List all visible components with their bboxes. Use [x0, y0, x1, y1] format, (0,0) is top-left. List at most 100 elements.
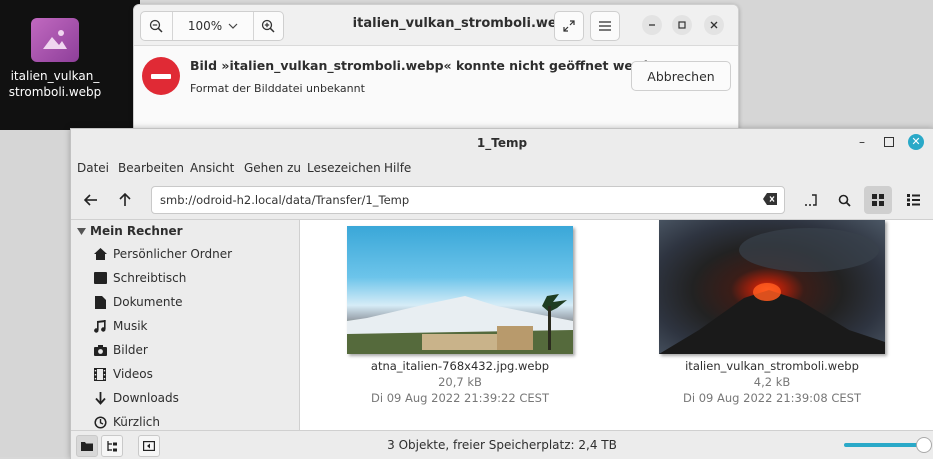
menu-bearbeiten[interactable]: Bearbeiten: [118, 161, 184, 175]
zoom-control: 100%: [140, 11, 284, 41]
triangle-down-icon: [77, 227, 86, 235]
sidebar-item-music[interactable]: Musik: [93, 319, 148, 333]
sidebar: Mein Rechner Persönlicher Ordner Schreib…: [71, 220, 300, 430]
path-input[interactable]: [158, 190, 752, 210]
arrow-left-icon: [84, 194, 97, 206]
fm-title: 1_Temp: [476, 136, 528, 150]
fm-titlebar: 1_Temp – ✕: [71, 129, 933, 157]
sidebar-item-label: Persönlicher Ordner: [113, 247, 233, 261]
sidebar-item-label: Bilder: [113, 343, 148, 357]
etna-landscape-image: [347, 294, 573, 354]
list-icon: [906, 194, 920, 206]
zoom-in-icon: [261, 19, 275, 33]
download-icon: [93, 391, 107, 405]
fm-maximize-button[interactable]: [884, 137, 894, 147]
location-toggle-icon: [805, 194, 817, 206]
desktop-file-icon[interactable]: italien_vulkan_ stromboli.webp: [4, 18, 106, 100]
sidebar-item-label: Dokumente: [113, 295, 183, 309]
back-button[interactable]: [77, 186, 105, 214]
fullscreen-button[interactable]: [554, 11, 584, 41]
file-manager-window: 1_Temp – ✕ Datei Bearbeiten Ansicht Gehe…: [70, 128, 933, 459]
hamburger-icon: [599, 21, 611, 31]
zoom-slider-handle[interactable]: [916, 437, 932, 453]
maximize-button[interactable]: [672, 15, 692, 35]
clear-icon[interactable]: [763, 193, 777, 205]
image-viewer-window: 100% italien_vulkan_stromboli.webp Bild …: [133, 4, 739, 134]
toggle-location-button[interactable]: [797, 186, 825, 214]
sidebar-item-documents[interactable]: Dokumente: [93, 295, 183, 309]
document-icon: [93, 295, 107, 309]
grid-icon: [872, 194, 884, 206]
file-name[interactable]: italien_vulkan_stromboli.webp: [647, 359, 897, 373]
file-date: Di 09 Aug 2022 21:39:08 CEST: [683, 391, 861, 405]
sidebar-item-home[interactable]: Persönlicher Ordner: [93, 247, 232, 261]
list-view-button[interactable]: [899, 186, 927, 214]
minimize-icon: [649, 24, 655, 26]
minimize-button[interactable]: [642, 15, 662, 35]
viewer-titlebar: 100% italien_vulkan_stromboli.webp: [134, 5, 738, 46]
sidebar-item-pictures[interactable]: Bilder: [93, 343, 148, 357]
up-button[interactable]: [111, 186, 139, 214]
zoom-out-button[interactable]: [141, 12, 171, 40]
statusbar: 3 Objekte, freier Speicherplatz: 2,4 TB: [71, 430, 933, 459]
sidebar-item-label: Schreibtisch: [113, 271, 187, 285]
status-text: 3 Objekte, freier Speicherplatz: 2,4 TB: [387, 438, 617, 452]
file-thumbnail-atna[interactable]: [347, 226, 573, 354]
music-icon: [93, 319, 107, 333]
sidebar-item-label: Videos: [113, 367, 153, 381]
arrow-up-icon: [119, 193, 131, 206]
location-bar[interactable]: [151, 186, 785, 214]
fm-close-button[interactable]: ✕: [908, 134, 924, 150]
menu-hilfe[interactable]: Hilfe: [384, 161, 411, 175]
volcano-eruption-image: [659, 228, 885, 354]
menubar: Datei Bearbeiten Ansicht Gehen zu Leseze…: [71, 157, 933, 181]
fullscreen-icon: [563, 20, 575, 32]
desktop-icon: [93, 271, 107, 285]
image-file-icon: [31, 18, 79, 62]
menu-datei[interactable]: Datei: [77, 161, 109, 175]
menu-lesezeichen[interactable]: Lesezeichen: [307, 161, 381, 175]
menu-ansicht[interactable]: Ansicht: [190, 161, 234, 175]
close-button[interactable]: [704, 15, 724, 35]
menu-gehen-zu[interactable]: Gehen zu: [244, 161, 301, 175]
desktop-file-label: italien_vulkan_ stromboli.webp: [8, 69, 102, 99]
file-size: 4,2 kB: [753, 375, 791, 389]
zoom-level-dropdown[interactable]: 100%: [172, 12, 254, 40]
chevron-down-icon: [228, 23, 238, 29]
error-subtitle: Format der Bilddatei unbekannt: [190, 82, 365, 95]
error-icon: [142, 57, 180, 95]
sidebar-item-label: Downloads: [113, 391, 179, 405]
recent-icon: [93, 415, 107, 429]
zoom-level: 100%: [187, 19, 223, 33]
file-thumbnail-stromboli[interactable]: [659, 220, 885, 354]
search-button[interactable]: [830, 186, 858, 214]
file-date: Di 09 Aug 2022 21:39:22 CEST: [371, 391, 549, 405]
error-title: Bild »italien_vulkan_stromboli.webp« kon…: [190, 58, 671, 73]
fm-minimize-button[interactable]: –: [859, 135, 865, 149]
sidebar-item-label: Musik: [113, 319, 148, 333]
zoom-out-icon: [149, 19, 163, 33]
zoom-in-button[interactable]: [253, 12, 283, 40]
close-icon: [710, 21, 718, 29]
home-icon: [93, 247, 107, 261]
sidebar-header: Mein Rechner: [90, 224, 183, 238]
search-icon: [838, 194, 851, 207]
sidebar-item-videos[interactable]: Videos: [93, 367, 153, 381]
sidebar-item-desktop[interactable]: Schreibtisch: [93, 271, 186, 285]
cancel-button[interactable]: Abbrechen: [631, 61, 731, 91]
file-size: 20,7 kB: [438, 375, 482, 389]
menu-button[interactable]: [590, 11, 620, 41]
file-name[interactable]: atna_italien-768x432.jpg.webp: [335, 359, 585, 373]
icon-view-button[interactable]: [864, 186, 892, 214]
zoom-slider[interactable]: [844, 443, 924, 447]
sidebar-item-recent[interactable]: Kürzlich: [93, 415, 160, 429]
sidebar-item-downloads[interactable]: Downloads: [93, 391, 179, 405]
sidebar-item-label: Kürzlich: [113, 415, 160, 429]
maximize-icon: [678, 21, 686, 29]
error-infobar: Bild »italien_vulkan_stromboli.webp« kon…: [134, 46, 738, 106]
film-icon: [93, 367, 107, 381]
file-view: atna_italien-768x432.jpg.webp 20,7 kB Di…: [300, 220, 933, 430]
sidebar-section-mein-rechner[interactable]: Mein Rechner: [77, 224, 183, 238]
camera-icon: [93, 343, 107, 357]
toolbar: [71, 181, 933, 220]
